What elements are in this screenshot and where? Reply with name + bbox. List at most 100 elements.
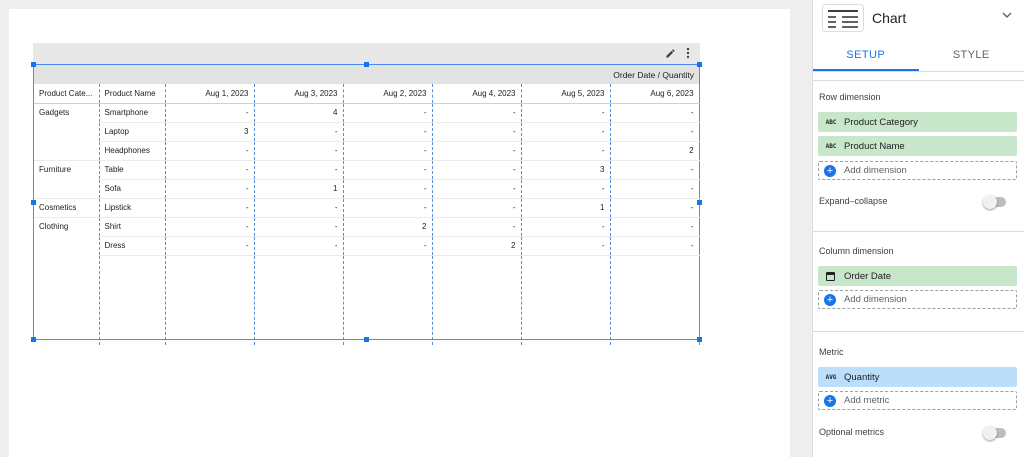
value-cell: 2: [432, 236, 522, 256]
value-cell: -: [343, 179, 433, 199]
date-column-header[interactable]: Aug 6, 2023: [610, 84, 700, 104]
optional-metrics-toggle[interactable]: [983, 426, 1006, 440]
value-cell: -: [610, 160, 700, 180]
value-cell: -: [432, 217, 522, 237]
text-type-icon: ABC: [825, 118, 837, 126]
resize-handle[interactable]: [364, 337, 369, 342]
product-cell: Sofa: [99, 179, 166, 199]
value-cell: -: [343, 198, 433, 218]
row-dimension-header[interactable]: Product Name: [99, 84, 166, 104]
plus-icon: +: [824, 394, 836, 407]
empty-cell: [432, 255, 522, 345]
chip-label: Product Category: [844, 116, 918, 128]
product-cell: Smartphone: [99, 103, 166, 123]
resize-handle[interactable]: [364, 62, 369, 67]
pivot-table-chart[interactable]: Order Date / Quantity Product Cate... Pro…: [31, 43, 702, 345]
product-cell: Headphones: [99, 141, 166, 161]
panel-tabs: SETUP STYLE: [813, 40, 1024, 72]
row-dimension-chip[interactable]: ABC Product Name: [818, 136, 1017, 156]
divider: [813, 80, 1024, 81]
date-column-header[interactable]: Aug 1, 2023: [165, 84, 255, 104]
empty-cell: [165, 255, 255, 345]
row-dimension-chip[interactable]: ABC Product Category: [818, 112, 1017, 132]
value-cell: -: [254, 198, 344, 218]
chip-label: Quantity: [844, 371, 880, 383]
column-dimension-header: Order Date / Quantity: [34, 65, 700, 84]
value-cell: -: [432, 122, 522, 142]
value-cell: -: [432, 103, 522, 123]
empty-cell: [34, 255, 100, 345]
value-cell: 3: [165, 122, 255, 142]
row-dimension-label: Row dimension: [819, 92, 881, 102]
date-column-header[interactable]: Aug 3, 2023: [254, 84, 344, 104]
resize-handle[interactable]: [31, 337, 36, 342]
properties-panel: Chart SETUP STYLE Row dimension ABC Prod…: [812, 0, 1024, 457]
resize-handle[interactable]: [31, 200, 36, 205]
tab-style[interactable]: STYLE: [919, 40, 1024, 71]
tab-setup[interactable]: SETUP: [813, 40, 919, 71]
more-vert-icon[interactable]: [681, 46, 695, 60]
value-cell: -: [610, 122, 700, 142]
metric-chip[interactable]: AVG Quantity: [818, 367, 1017, 387]
add-metric-button[interactable]: + Add metric: [818, 391, 1017, 410]
expand-collapse-toggle[interactable]: [983, 195, 1006, 209]
value-cell: -: [432, 198, 522, 218]
date-column-header[interactable]: Aug 2, 2023: [343, 84, 433, 104]
row-dimension-header[interactable]: Product Cate...: [34, 84, 100, 104]
value-cell: 2: [343, 217, 433, 237]
value-cell: -: [521, 217, 611, 237]
empty-cell: [521, 255, 611, 345]
category-cell: Clothing: [34, 216, 100, 236]
value-cell: -: [432, 179, 522, 199]
table-empty-area: [34, 255, 700, 345]
plus-icon: +: [824, 293, 836, 306]
value-cell: -: [254, 122, 344, 142]
value-cell: -: [521, 103, 611, 123]
resize-handle[interactable]: [697, 62, 702, 67]
chart-toolbar: [33, 43, 700, 64]
table-row: Sofa -1- - - -: [34, 179, 700, 199]
chart-type-selector[interactable]: Chart: [813, 0, 1024, 35]
value-cell: -: [343, 160, 433, 180]
add-label: Add dimension: [844, 165, 907, 176]
date-column-header[interactable]: Aug 5, 2023: [521, 84, 611, 104]
divider: [813, 231, 1024, 232]
add-row-dimension-button[interactable]: + Add dimension: [818, 161, 1017, 180]
value-cell: -: [165, 198, 255, 218]
product-cell: Shirt: [99, 217, 166, 237]
value-cell: -: [610, 179, 700, 199]
category-cell: [34, 179, 100, 198]
value-cell: -: [254, 160, 344, 180]
value-cell: 1: [521, 198, 611, 218]
chevron-down-icon[interactable]: [1002, 10, 1012, 20]
value-cell: -: [521, 141, 611, 161]
value-cell: -: [610, 236, 700, 256]
date-column-header[interactable]: Aug 4, 2023: [432, 84, 522, 104]
value-cell: -: [165, 217, 255, 237]
product-cell: Laptop: [99, 122, 166, 142]
column-dimension-chip[interactable]: Order Date: [818, 266, 1017, 286]
value-cell: -: [343, 122, 433, 142]
resize-handle[interactable]: [697, 200, 702, 205]
divider: [813, 331, 1024, 332]
plus-icon: +: [824, 164, 836, 177]
pencil-icon[interactable]: [663, 46, 677, 60]
empty-cell: [99, 255, 166, 345]
value-cell: 3: [521, 160, 611, 180]
table-row: Laptop 3- - - - -: [34, 122, 700, 142]
value-cell: -: [432, 141, 522, 161]
table-row: Clothing Shirt - -2- - -: [34, 216, 700, 237]
category-cell: [34, 122, 100, 141]
add-label: Add metric: [844, 395, 890, 406]
value-cell: -: [165, 236, 255, 256]
value-cell: -: [521, 122, 611, 142]
add-column-dimension-button[interactable]: + Add dimension: [818, 290, 1017, 309]
value-cell: -: [254, 141, 344, 161]
chip-label: Product Name: [844, 140, 905, 152]
resize-handle[interactable]: [31, 62, 36, 67]
table-row: Cosmetics Lipstick - - - -1-: [34, 197, 700, 218]
category-cell: Furniture: [34, 159, 100, 179]
text-type-icon: ABC: [825, 142, 837, 150]
report-canvas: Order Date / Quantity Product Cate... Pro…: [9, 9, 790, 457]
resize-handle[interactable]: [697, 337, 702, 342]
